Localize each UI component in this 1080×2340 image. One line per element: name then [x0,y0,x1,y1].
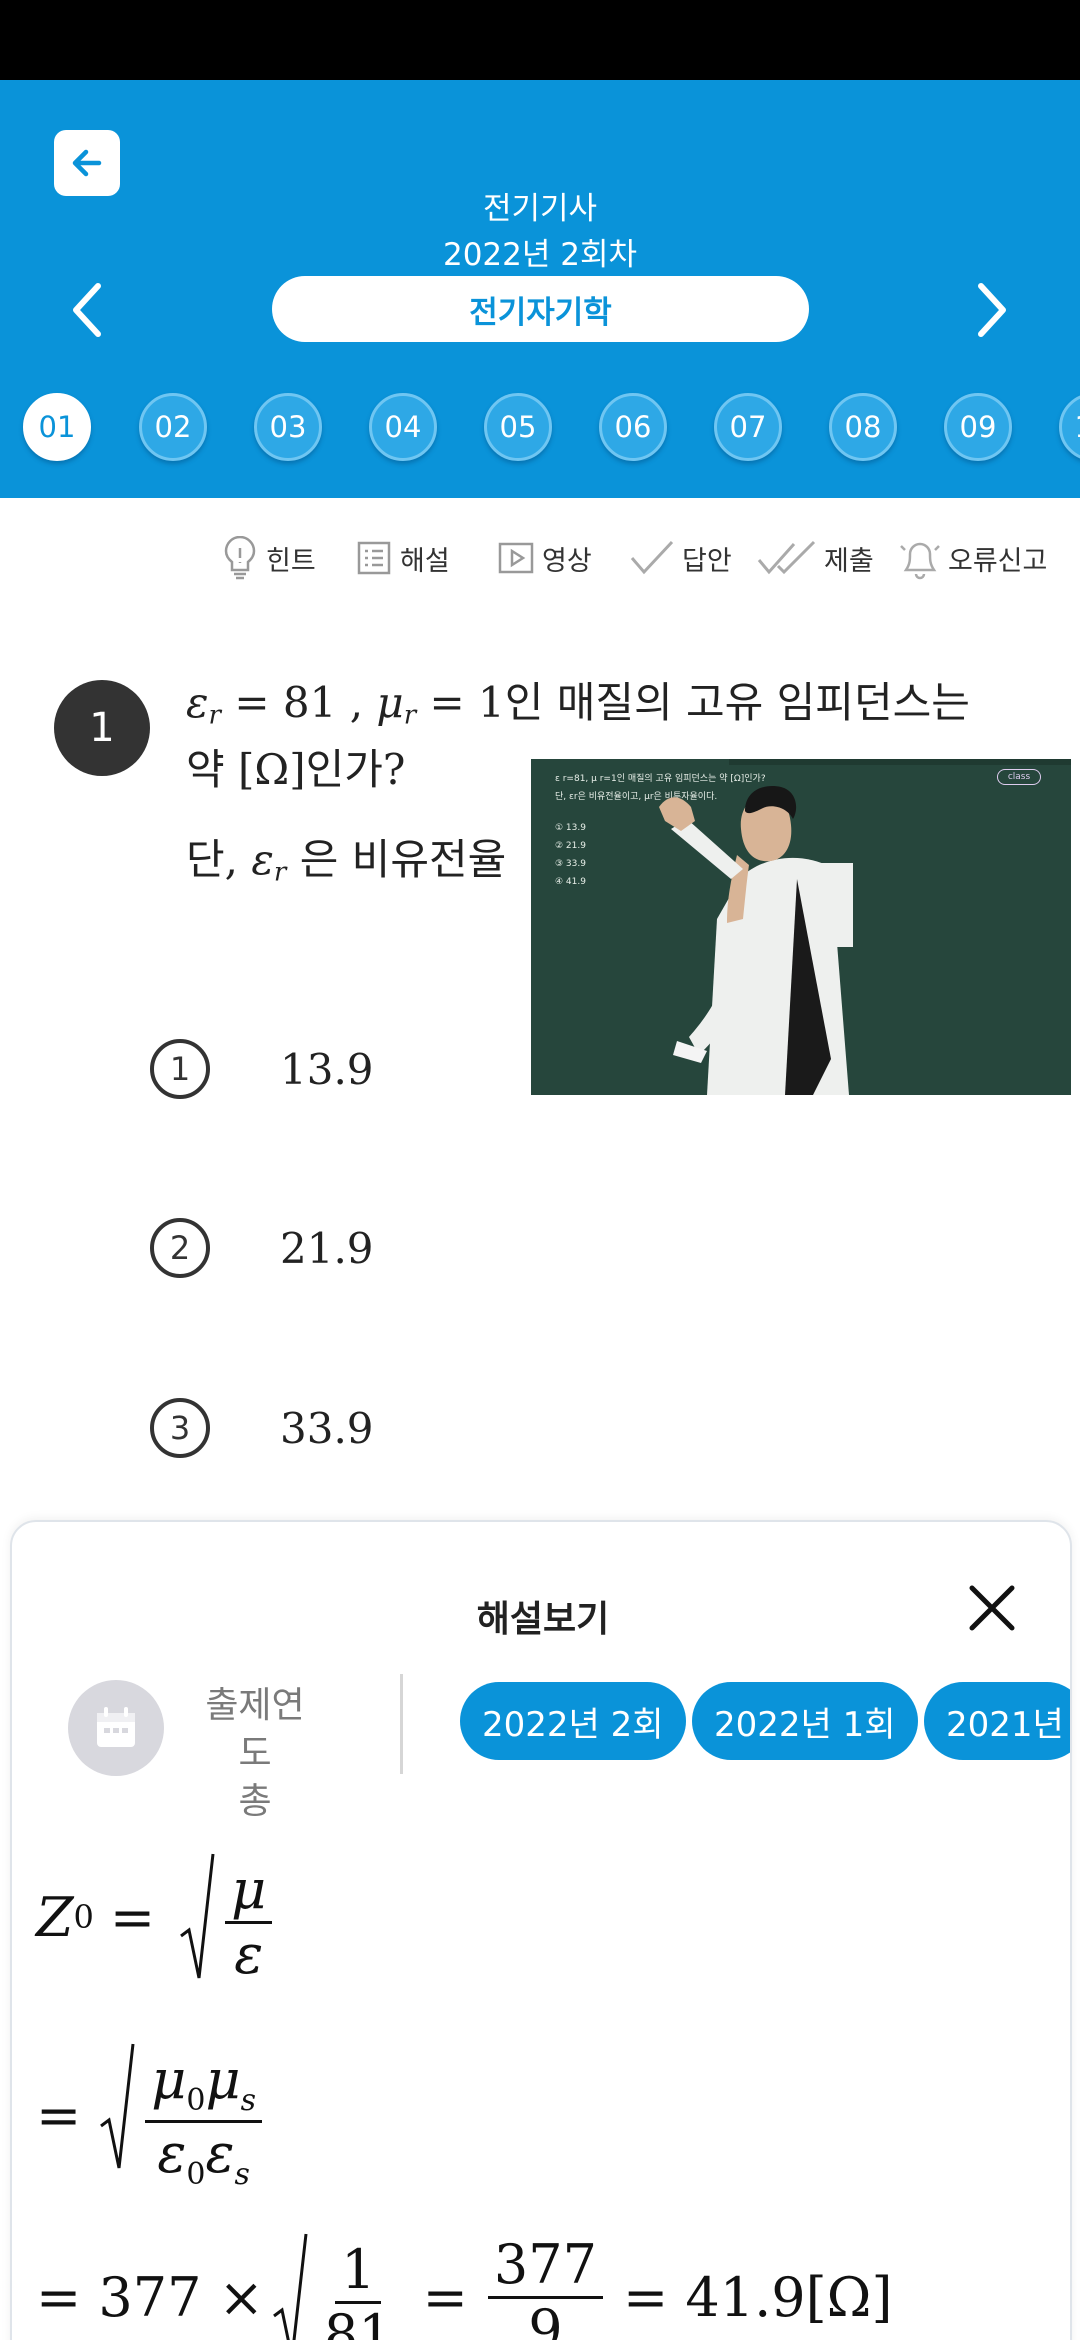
subject-selector[interactable]: 전기자기학 [272,276,809,342]
header: 전기기사 2022년 2회차 전기자기학 01 02 03 04 05 06 0… [0,80,1080,498]
option-value: 13.9 [280,1044,374,1094]
question-number-button[interactable]: 06 [599,393,667,461]
formula-result: = 41.9[Ω] [622,2265,893,2329]
lecture-video-player[interactable]: ε r=81, μ r=1인 매질의 고유 임피던스는 약 [Ω]인가? 단, … [531,759,1071,1095]
formula-line-2: = μ0μs ε0εs [36,2042,272,2190]
year-chip-list: 2022년 2회 2022년 1회 2021년 [460,1682,1070,1764]
play-icon [498,542,534,574]
question-number-button[interactable]: 03 [254,393,322,461]
video-button[interactable]: 영상 [496,530,592,586]
question-number-button[interactable]: 02 [139,393,207,461]
year-chip[interactable]: 2022년 1회 [692,1682,918,1760]
answer-button[interactable]: 답안 [628,530,732,586]
prev-subject-button[interactable] [58,275,118,345]
formula-line-1: Z0 = με [36,1852,282,1982]
question-text-part: = 81 , [234,678,377,727]
formula-numerator: 1 [335,2243,382,2304]
double-check-icon [757,540,816,575]
option-number: 1 [150,1039,210,1099]
report-error-label: 오류신고 [948,545,1048,577]
answer-label: 답안 [682,545,732,577]
year-label-line: 출제연도 [205,1685,305,1774]
formula-denominator: 9 [528,2297,563,2340]
submit-label: 제출 [824,545,874,577]
formula-subscript: 0 [73,1898,94,1936]
check-icon [630,540,674,575]
year-label: 출제연도 총 [190,1682,320,1826]
question-number-badge: 1 [54,680,150,776]
chevron-left-icon [73,283,101,337]
question-number-button[interactable]: 09 [944,393,1012,461]
formula-line-3: = 377 × 1 81 = 377 9 = 41.9[Ω] [36,2232,893,2340]
option-number: 2 [150,1218,210,1278]
explanation-label: 해설 [400,545,450,577]
hint-button[interactable]: 힌트 [220,530,316,586]
answer-option-2[interactable]: 2 21.9 [150,1213,374,1283]
list-icon [357,541,391,575]
year-label-count: 총 [238,1781,272,1822]
question-number-bar: 01 02 03 04 05 06 07 08 09 10 [0,380,1080,470]
bell-icon [900,542,940,580]
chevron-right-icon [978,283,1006,337]
exam-name: 전기기사 [482,191,598,227]
question-condition: 단, εr 은 비유전율 [186,835,507,888]
explanation-button[interactable]: 해설 [354,530,450,586]
formula-denominator: 81 [323,2303,393,2340]
lightbulb-icon [224,536,256,580]
sheet-title: 해설보기 [476,1599,610,1640]
question-text-part: = 1인 매질의 고유 임피던스는 [429,678,970,727]
question-number-button[interactable]: 10 [1059,393,1080,461]
calendar-badge [68,1680,164,1776]
hint-label: 힌트 [266,545,316,577]
question-text-part: 약 [Ω]인가? [186,744,406,794]
formula-numerator: 377 [487,2237,603,2299]
question-number-button[interactable]: 07 [714,393,782,461]
instructor-figure [659,759,1071,1095]
option-value: 21.9 [280,1223,374,1273]
question-number-button[interactable]: 05 [484,393,552,461]
option-value: 33.9 [280,1403,374,1453]
question-toolbar: 힌트 해설 영상 답안 제출 오류신고 [0,530,1080,586]
arrow-left-icon [72,149,102,177]
answer-option-1[interactable]: 1 13.9 [150,1034,374,1104]
year-chip[interactable]: 2022년 2회 [460,1682,686,1760]
close-icon [969,1585,1015,1631]
explanation-sheet: 해설보기 출제연도 총 2022년 2회 2022년 1회 2021년 Z0 = [10,1520,1072,2340]
formula-symbol: Z [36,1885,74,1949]
question-number-button[interactable]: 08 [829,393,897,461]
calendar-icon [97,1707,135,1747]
exam-session: 2022년 2회차 [442,237,638,273]
option-number: 3 [150,1398,210,1458]
divider [400,1674,403,1774]
condition-text-part: 은 비유전율 [286,835,507,884]
question-number-button[interactable]: 01 [23,393,91,461]
answer-option-3[interactable]: 3 33.9 [150,1393,374,1463]
status-bar [0,0,1080,80]
formula-text: = 377 × [36,2265,264,2329]
report-error-button[interactable]: 오류신고 [898,530,1047,586]
condition-text-part: 단, [186,835,252,884]
video-label: 영상 [542,545,592,577]
question-number-button[interactable]: 04 [369,393,437,461]
close-button[interactable] [964,1580,1020,1636]
year-chip[interactable]: 2021년 [924,1682,1070,1760]
next-subject-button[interactable] [961,275,1021,345]
submit-button[interactable]: 제출 [756,530,874,586]
